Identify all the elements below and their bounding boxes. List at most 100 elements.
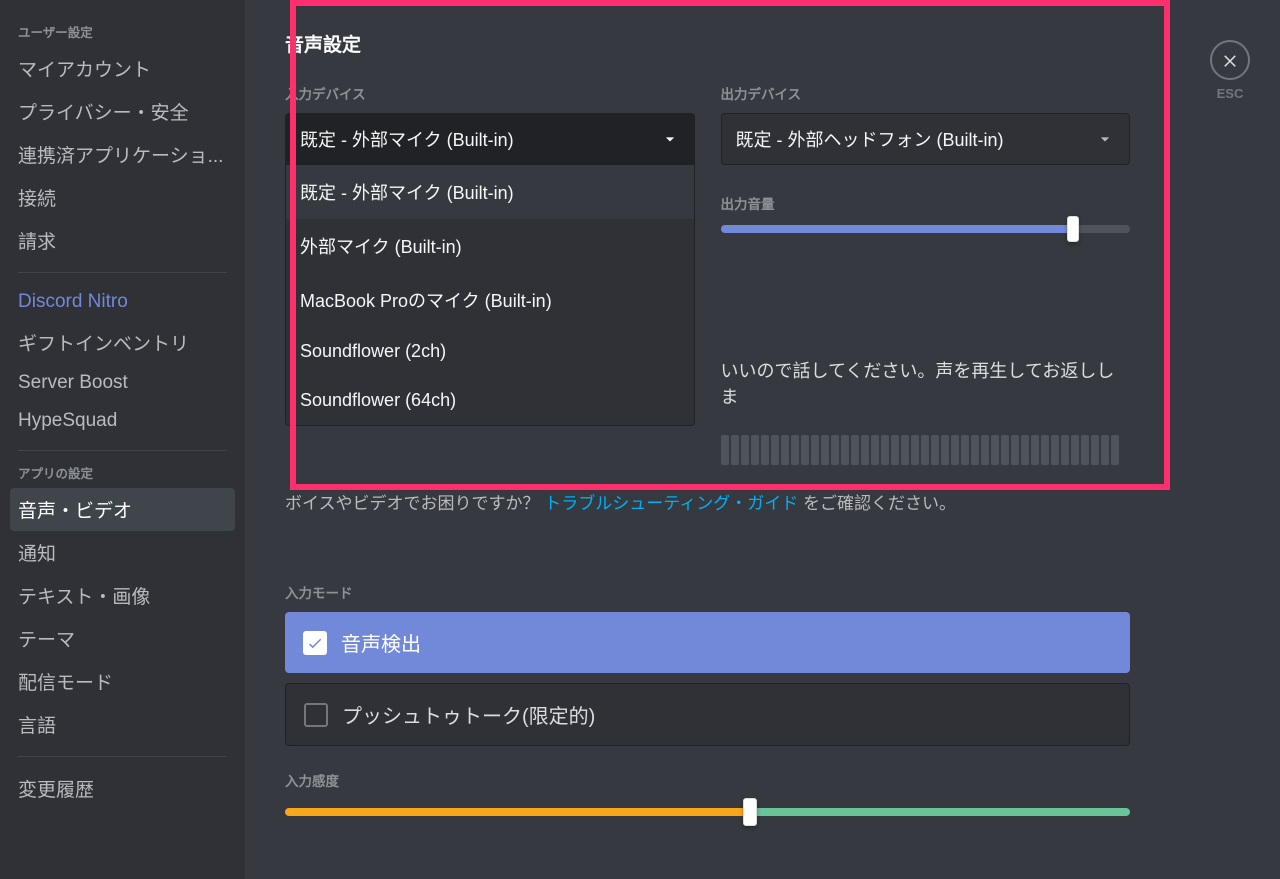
sidebar-item-streamer[interactable]: 配信モード bbox=[10, 660, 235, 703]
dropdown-option[interactable]: MacBook Proのマイク (Built-in) bbox=[286, 273, 694, 327]
checkbox-checked-icon bbox=[303, 631, 327, 655]
meter-bar bbox=[831, 435, 839, 465]
close-icon bbox=[1221, 51, 1239, 69]
meter-bar bbox=[961, 435, 969, 465]
meter-bar bbox=[1001, 435, 1009, 465]
sidebar-item-hypesquad[interactable]: HypeSquad bbox=[10, 402, 235, 440]
dropdown-option[interactable]: 外部マイク (Built-in) bbox=[286, 219, 694, 273]
trouble-prefix: ボイスやビデオでお困りですか？ bbox=[285, 494, 540, 513]
mode-push-to-talk[interactable]: プッシュトゥトーク(限定的) bbox=[285, 683, 1130, 746]
sidebar-item-voice-video[interactable]: 音声・ビデオ bbox=[10, 488, 235, 531]
meter-bar bbox=[1071, 435, 1079, 465]
sidebar-item-nitro[interactable]: Discord Nitro bbox=[10, 283, 235, 321]
chevron-down-icon bbox=[1095, 129, 1115, 149]
output-device-select[interactable]: 既定 - 外部ヘッドフォン (Built-in) bbox=[721, 113, 1131, 165]
mic-test-help: いいので話してください。声を再生してお返ししま bbox=[721, 357, 1131, 409]
meter-bar bbox=[751, 435, 759, 465]
meter-bar bbox=[801, 435, 809, 465]
input-sensitivity-slider[interactable] bbox=[285, 808, 1130, 816]
meter-bar bbox=[991, 435, 999, 465]
sens-thumb[interactable] bbox=[743, 798, 757, 826]
meter-bar bbox=[1111, 435, 1119, 465]
meter-bar bbox=[741, 435, 749, 465]
mode-ptt-label: プッシュトゥトーク(限定的) bbox=[342, 700, 595, 729]
meter-bar bbox=[731, 435, 739, 465]
checkbox-unchecked-icon bbox=[304, 703, 328, 727]
meter-bar bbox=[871, 435, 879, 465]
slider-thumb[interactable] bbox=[1067, 216, 1079, 242]
meter-bar bbox=[791, 435, 799, 465]
sidebar-separator bbox=[18, 272, 227, 273]
sidebar-header-user: ユーザー設定 bbox=[10, 20, 235, 47]
meter-bar bbox=[1031, 435, 1039, 465]
sidebar-item-billing[interactable]: 請求 bbox=[10, 219, 235, 262]
meter-bar bbox=[931, 435, 939, 465]
output-volume-label: 出力音量 bbox=[721, 193, 1131, 213]
sensitivity-label: 入力感度 bbox=[285, 770, 1130, 790]
meter-bar bbox=[851, 435, 859, 465]
mode-voice-activity[interactable]: 音声検出 bbox=[285, 612, 1130, 673]
close-button[interactable] bbox=[1210, 40, 1250, 80]
settings-sidebar: ユーザー設定 マイアカウント プライバシー・安全 連携済アプリケーショ... 接… bbox=[0, 0, 245, 879]
sens-above bbox=[750, 808, 1130, 816]
input-device-label: 入力デバイス bbox=[285, 83, 695, 103]
output-device-label: 出力デバイス bbox=[721, 83, 1131, 103]
meter-bar bbox=[911, 435, 919, 465]
panel-title: 音声設定 bbox=[285, 30, 1130, 57]
meter-bar bbox=[1091, 435, 1099, 465]
sidebar-item-account[interactable]: マイアカウント bbox=[10, 47, 235, 90]
meter-bar bbox=[1081, 435, 1089, 465]
input-device-value: 既定 - 外部マイク (Built-in) bbox=[300, 126, 514, 152]
meter-bar bbox=[781, 435, 789, 465]
slider-fill bbox=[721, 225, 1073, 233]
input-device-dropdown: 既定 - 外部マイク (Built-in) 外部マイク (Built-in) M… bbox=[285, 165, 695, 426]
sidebar-item-notifications[interactable]: 通知 bbox=[10, 531, 235, 574]
trouble-suffix: をご確認ください。 bbox=[803, 494, 956, 513]
meter-bar bbox=[841, 435, 849, 465]
dropdown-option[interactable]: 既定 - 外部マイク (Built-in) bbox=[286, 165, 694, 219]
close-area: ESC bbox=[1210, 40, 1250, 101]
sidebar-item-boost[interactable]: Server Boost bbox=[10, 364, 235, 402]
sidebar-item-theme[interactable]: テーマ bbox=[10, 617, 235, 660]
meter-bar bbox=[761, 435, 769, 465]
input-mode-label: 入力モード bbox=[285, 582, 1130, 602]
meter-bar bbox=[1041, 435, 1049, 465]
troubleshoot-link[interactable]: トラブルシューティング・ガイド bbox=[544, 494, 798, 513]
sidebar-item-connections[interactable]: 接続 bbox=[10, 176, 235, 219]
meter-bar bbox=[811, 435, 819, 465]
voice-settings-panel: 音声設定 入力デバイス 既定 - 外部マイク (Built-in) 既定 - 外… bbox=[285, 30, 1130, 816]
settings-main: ESC 音声設定 入力デバイス 既定 - 外部マイク (Built-in) 既定… bbox=[245, 0, 1280, 879]
sidebar-separator bbox=[18, 450, 227, 451]
meter-bar bbox=[1021, 435, 1029, 465]
meter-bar bbox=[941, 435, 949, 465]
output-device-value: 既定 - 外部ヘッドフォン (Built-in) bbox=[736, 126, 1004, 152]
meter-bar bbox=[921, 435, 929, 465]
meter-bar bbox=[861, 435, 869, 465]
input-device-select[interactable]: 既定 - 外部マイク (Built-in) bbox=[285, 113, 695, 165]
meter-bar bbox=[821, 435, 829, 465]
meter-bar bbox=[891, 435, 899, 465]
sidebar-separator bbox=[18, 756, 227, 757]
dropdown-option[interactable]: Soundflower (2ch) bbox=[286, 327, 694, 376]
meter-bar bbox=[881, 435, 889, 465]
meter-bar bbox=[1101, 435, 1109, 465]
sidebar-item-changelog[interactable]: 変更履歴 bbox=[10, 767, 235, 810]
mic-level-meter bbox=[721, 435, 1131, 465]
meter-bar bbox=[1061, 435, 1069, 465]
sens-below bbox=[285, 808, 750, 816]
chevron-down-icon bbox=[660, 129, 680, 149]
sidebar-item-language[interactable]: 言語 bbox=[10, 703, 235, 746]
esc-label: ESC bbox=[1210, 86, 1250, 101]
sidebar-item-authorized-apps[interactable]: 連携済アプリケーショ... bbox=[10, 133, 235, 176]
sidebar-item-gifts[interactable]: ギフトインベントリ bbox=[10, 321, 235, 364]
sidebar-header-app: アプリの設定 bbox=[10, 461, 235, 488]
sidebar-item-text-images[interactable]: テキスト・画像 bbox=[10, 574, 235, 617]
meter-bar bbox=[771, 435, 779, 465]
meter-bar bbox=[971, 435, 979, 465]
dropdown-option[interactable]: Soundflower (64ch) bbox=[286, 376, 694, 425]
sidebar-item-privacy[interactable]: プライバシー・安全 bbox=[10, 90, 235, 133]
troubleshoot-text: ボイスやビデオでお困りですか？ トラブルシューティング・ガイド をご確認ください… bbox=[285, 489, 1130, 514]
output-volume-slider[interactable] bbox=[721, 225, 1131, 233]
mode-voice-label: 音声検出 bbox=[341, 628, 421, 657]
meter-bar bbox=[721, 435, 729, 465]
